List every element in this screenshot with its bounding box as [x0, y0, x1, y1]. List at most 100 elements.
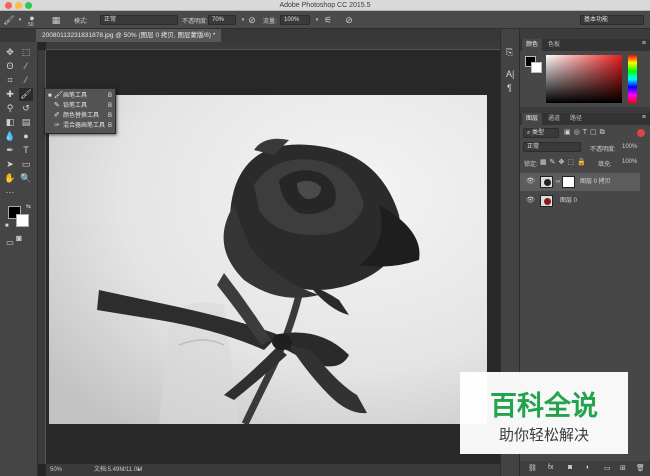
- color-panel-body: [520, 51, 650, 107]
- quick-select-tool-icon[interactable]: ⁄: [19, 60, 33, 73]
- fill-label: 填充:: [598, 162, 612, 168]
- workspace-select[interactable]: 基本功能: [580, 15, 644, 25]
- lock-label: 锁定:: [524, 162, 538, 168]
- eyedropper-tool-icon[interactable]: ⁄: [19, 74, 33, 87]
- close-window-button[interactable]: [5, 2, 12, 9]
- screen-mode-icon[interactable]: ▭: [3, 236, 17, 249]
- gradient-tool-icon[interactable]: ▤: [19, 116, 33, 129]
- mode-select[interactable]: 正常: [100, 15, 178, 25]
- color-panel-tabs: 颜色 色板 ≡: [520, 39, 650, 51]
- flow-input[interactable]: 100%: [280, 15, 310, 25]
- layer-row-copy[interactable]: 👁 ∞ 图层 0 拷贝: [520, 173, 640, 191]
- tab-channels[interactable]: 通道: [544, 113, 564, 125]
- opacity-input[interactable]: 70%: [208, 15, 236, 25]
- flyout-item-brush[interactable]: ■ 🖌 画笔工具 B: [45, 91, 115, 101]
- new-layer-icon[interactable]: ⊞: [620, 464, 626, 472]
- layer-effects-button[interactable]: fx: [548, 464, 553, 471]
- layer-mask-thumbnail[interactable]: [562, 176, 575, 188]
- layers-panel-tabs: 图层 通道 路径 ≡: [520, 113, 650, 125]
- filter-toggle[interactable]: [637, 129, 645, 137]
- layer-filter-icons[interactable]: ▣◎T▢⧉: [564, 128, 608, 137]
- tab-paths[interactable]: 路径: [566, 113, 586, 125]
- brush-tool-icon[interactable]: 🖌: [19, 88, 33, 101]
- layer-row-base[interactable]: 👁 图层 0: [520, 192, 640, 210]
- lock-icons[interactable]: ▦✎✥⬚🔒: [540, 158, 589, 166]
- pressure-size-icon[interactable]: ⊘: [343, 14, 355, 26]
- layers-panel-menu-icon[interactable]: ≡: [642, 114, 646, 121]
- airbrush-icon[interactable]: ⚟: [322, 14, 334, 26]
- color-field[interactable]: [546, 55, 622, 103]
- minimize-window-button[interactable]: [15, 2, 22, 9]
- move-tool-icon[interactable]: ✥: [3, 46, 17, 59]
- layer-filter-select[interactable]: ⌕ 类型: [523, 128, 559, 138]
- link-layers-icon[interactable]: ⛓: [528, 464, 537, 472]
- status-menu-icon[interactable]: ▸: [138, 464, 141, 476]
- pressure-opacity-icon[interactable]: ⊘: [246, 14, 258, 26]
- checkmark-icon: ■: [48, 93, 52, 99]
- hand-tool-icon[interactable]: ✋: [3, 172, 17, 185]
- fill-value[interactable]: 100%: [622, 159, 637, 165]
- new-group-icon[interactable]: ▭: [604, 464, 611, 472]
- path-select-tool-icon[interactable]: ➤: [3, 158, 17, 171]
- zoom-tool-icon[interactable]: 🔍: [19, 172, 33, 185]
- paragraph-panel-icon[interactable]: ¶: [507, 83, 512, 93]
- history-panel-icon[interactable]: ⎘: [506, 47, 513, 58]
- opacity-label: 不透明度:: [182, 19, 208, 25]
- document-tab[interactable]: 200801132318318​78.jpg @ 50% (图层 0 拷贝, 图…: [36, 29, 222, 42]
- default-colors-icon[interactable]: ■: [5, 223, 9, 229]
- tab-swatches[interactable]: 色板: [544, 39, 564, 51]
- layer-thumbnail: [540, 195, 553, 207]
- pen-tool-icon[interactable]: ✒: [3, 144, 17, 157]
- document-info: 文档:5.49M/11.0M: [94, 467, 143, 473]
- blur-tool-icon[interactable]: 💧: [3, 130, 17, 143]
- brush-icon: 🖌: [54, 92, 63, 99]
- blend-mode-select[interactable]: 正常: [523, 142, 581, 152]
- lasso-tool-icon[interactable]: ʘ: [3, 60, 17, 73]
- hue-slider[interactable]: [628, 55, 637, 103]
- marquee-tool-icon[interactable]: ⬚: [19, 46, 33, 59]
- character-panel-icon[interactable]: A|: [506, 69, 514, 79]
- trash-icon[interactable]: 🗑: [636, 464, 645, 472]
- adjustment-layer-icon[interactable]: ◐: [586, 464, 590, 471]
- flyout-item-color-replace[interactable]: ✐ 颜色替换工具 B: [45, 111, 115, 121]
- flyout-item-pencil[interactable]: ✎ 铅笔工具 B: [45, 101, 115, 111]
- background-color-swatch[interactable]: [16, 214, 29, 227]
- dodge-tool-icon[interactable]: ●: [19, 130, 33, 143]
- crop-tool-icon[interactable]: ⌗: [3, 74, 17, 87]
- document-canvas[interactable]: [49, 95, 487, 424]
- mask-link-icon[interactable]: ∞: [556, 173, 560, 191]
- mode-label: 模式:: [74, 19, 88, 25]
- swap-colors-icon[interactable]: ⇆: [26, 203, 31, 210]
- tab-color[interactable]: 颜色: [522, 39, 543, 51]
- clone-stamp-tool-icon[interactable]: ⚲: [3, 102, 17, 115]
- options-bar: 🖌 ▾ ● 50 ▦ 模式: 正常 不透明度: 70% ▾ ⊘ 流量: 100%…: [0, 11, 650, 29]
- add-mask-icon[interactable]: ◙: [568, 464, 572, 471]
- history-brush-tool-icon[interactable]: ↺: [19, 102, 33, 115]
- type-tool-icon[interactable]: T: [19, 144, 33, 157]
- zoom-level[interactable]: 50%: [50, 464, 62, 476]
- chevron-down-icon[interactable]: ▾: [14, 14, 26, 26]
- shape-tool-icon[interactable]: ▭: [19, 158, 33, 171]
- flyout-item-mixer-brush[interactable]: ✑ 混合器画笔工具 B: [45, 121, 115, 131]
- visibility-eye-icon[interactable]: 👁: [526, 173, 535, 191]
- layer-opacity-value[interactable]: 100%: [622, 144, 637, 150]
- layer-name[interactable]: 图层 0: [560, 192, 577, 210]
- edit-toolbar-icon[interactable]: ···: [3, 186, 17, 199]
- document-tab-label: 200801132318318​78.jpg @ 50% (图层 0 拷贝, 图…: [42, 32, 216, 39]
- layer-name[interactable]: 图层 0 拷贝: [580, 173, 611, 191]
- layers-panel-footer: ⛓ fx ◙ ◐ ▭ ⊞ 🗑: [520, 461, 650, 476]
- eraser-tool-icon[interactable]: ◧: [3, 116, 17, 129]
- tab-layers[interactable]: 图层: [522, 113, 543, 125]
- healing-tool-icon[interactable]: ✚: [3, 88, 17, 101]
- panel-background-swatch[interactable]: [531, 62, 542, 73]
- color-replace-icon: ✐: [54, 112, 60, 119]
- visibility-eye-icon[interactable]: 👁: [526, 192, 535, 210]
- panel-menu-icon[interactable]: ≡: [642, 40, 646, 47]
- flow-label: 流量:: [263, 19, 277, 25]
- horizontal-ruler: [46, 42, 500, 50]
- window-title: Adobe Photoshop CC 2015.5: [279, 2, 371, 9]
- window-title-bar: Adobe Photoshop CC 2015.5: [0, 0, 650, 11]
- zoom-window-button[interactable]: [25, 2, 32, 9]
- brush-panel-toggle-icon[interactable]: ▦: [50, 14, 62, 26]
- brush-size-value: 50: [28, 22, 34, 28]
